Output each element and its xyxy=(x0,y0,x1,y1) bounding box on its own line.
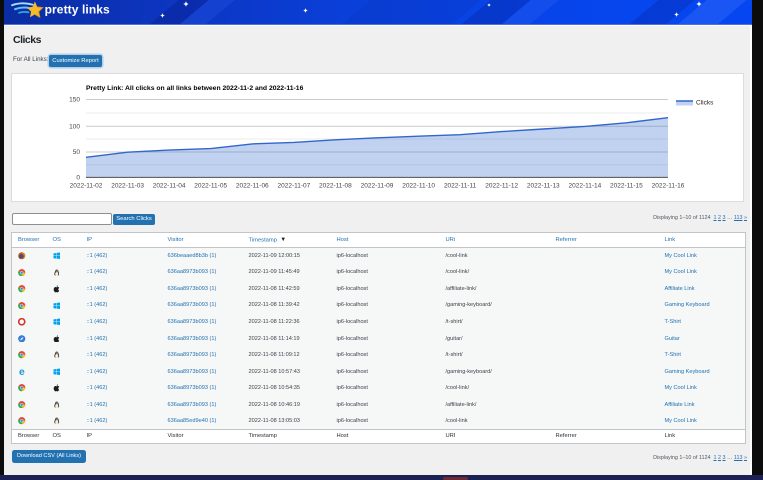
svg-text:2022-11-03: 2022-11-03 xyxy=(111,183,144,190)
svg-text:2022-11-02: 2022-11-02 xyxy=(70,183,103,190)
svg-text:2022-11-05: 2022-11-05 xyxy=(194,183,227,190)
svg-text:2022-11-04: 2022-11-04 xyxy=(153,183,186,190)
svg-text:2022-11-12: 2022-11-12 xyxy=(485,183,518,190)
svg-text:2022-11-06: 2022-11-06 xyxy=(236,183,269,190)
svg-text:2022-11-07: 2022-11-07 xyxy=(278,183,311,190)
svg-text:2022-11-16: 2022-11-16 xyxy=(652,183,685,190)
svg-text:100: 100 xyxy=(69,123,80,130)
svg-text:2022-11-15: 2022-11-15 xyxy=(610,183,643,190)
svg-text:150: 150 xyxy=(69,97,80,104)
svg-text:2022-11-08: 2022-11-08 xyxy=(319,183,352,190)
svg-text:2022-11-09: 2022-11-09 xyxy=(361,183,394,190)
svg-text:Pretty Link: All clicks on all: Pretty Link: All clicks on all links bet… xyxy=(86,85,304,92)
svg-text:Clicks: Clicks xyxy=(696,99,714,106)
svg-text:50: 50 xyxy=(73,149,81,156)
svg-text:2022-11-13: 2022-11-13 xyxy=(527,183,560,190)
svg-text:e: e xyxy=(19,368,25,376)
svg-text:2022-11-10: 2022-11-10 xyxy=(402,183,435,190)
svg-text:0: 0 xyxy=(76,175,80,182)
svg-text:2022-11-14: 2022-11-14 xyxy=(569,183,602,190)
svg-text:2022-11-11: 2022-11-11 xyxy=(444,183,477,190)
svg-text:pretty links: pretty links xyxy=(45,2,110,16)
